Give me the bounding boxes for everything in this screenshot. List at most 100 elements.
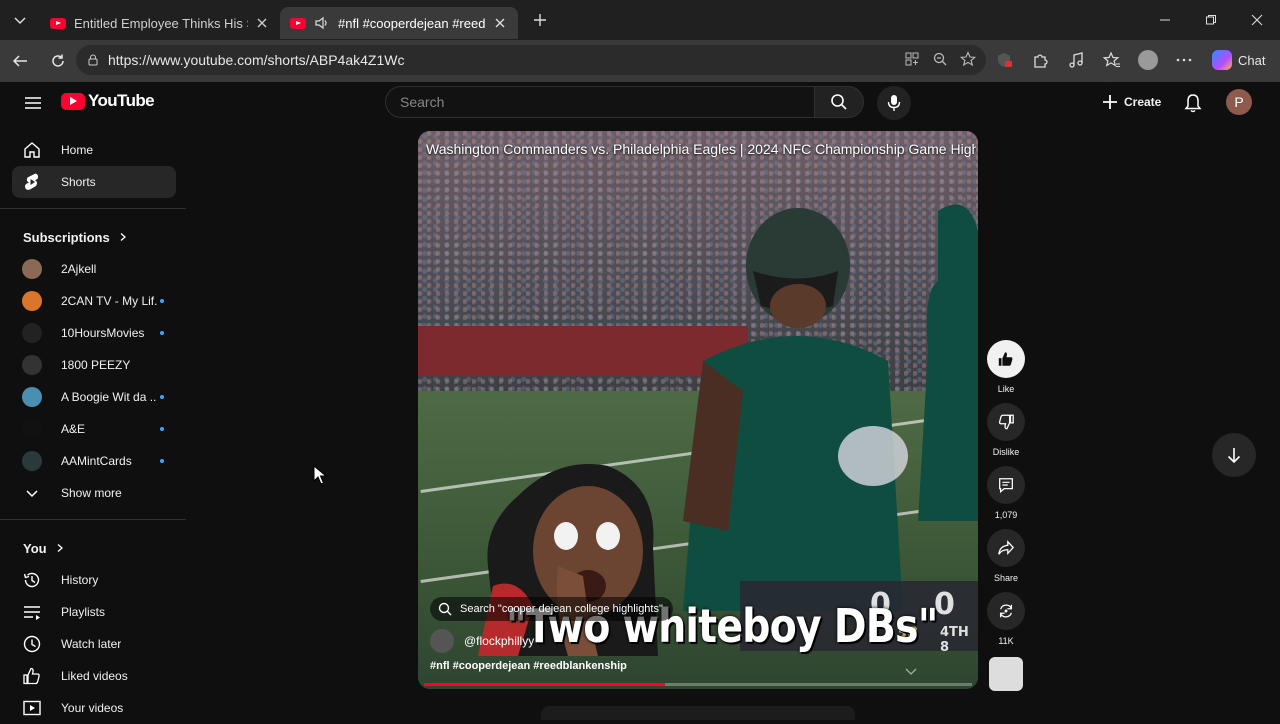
new-tab-button[interactable] [522,2,558,38]
sidebar-item-your-videos[interactable]: Your videos [12,692,176,724]
back-button[interactable] [2,43,38,79]
site-info-icon[interactable] [86,53,100,67]
reload-button[interactable] [40,43,76,79]
voice-search-button[interactable] [877,86,911,120]
search-input[interactable] [400,94,814,110]
sidebar-item-subscription[interactable]: 1800 PEEZY [12,349,176,381]
short-hashtags[interactable]: #nfl #cooperdejean #reedblankenship [430,660,627,672]
sidebar-item-label: A Boogie Wit da ... [61,390,157,404]
search-box[interactable] [385,86,815,118]
new-content-dot [160,331,164,335]
thumbs-up-icon [998,352,1013,366]
channel-avatar [22,291,42,311]
share-button[interactable]: Share [985,529,1027,583]
like-button[interactable]: Like [985,340,1027,394]
sidebar-item-subscription[interactable]: 10HoursMovies [12,317,176,349]
youtube-logo[interactable]: YouTube [61,91,155,111]
browser-toolbar: https://www.youtube.com/shorts/ABP4ak4Z1… [0,40,1280,82]
like-label: Like [997,384,1015,394]
account-avatar-button[interactable]: P [1226,89,1252,115]
subscriptions-header[interactable]: Subscriptions [0,221,186,253]
dislike-circle[interactable] [987,403,1025,441]
search-button[interactable] [814,86,864,118]
comments-circle[interactable] [987,466,1025,504]
notifications-bell-icon[interactable] [1182,92,1204,114]
remix-circle[interactable] [987,592,1025,630]
guide-menu-button[interactable] [20,92,46,114]
close-tab-icon[interactable] [492,15,508,31]
restore-button[interactable] [1188,0,1234,40]
sidebar-item-subscription[interactable]: 2CAN TV - My Lif... [12,285,176,317]
zoom-icon[interactable] [932,51,948,67]
show-more-button[interactable]: Show more [12,477,176,509]
browser-tab-1[interactable]: Entitled Employee Thinks His Shop [40,7,280,39]
copilot-chat-button[interactable]: Chat [1206,50,1271,70]
sidebar-item-subscription[interactable]: A&E [12,413,176,445]
more-menu-button[interactable] [1170,45,1198,75]
sound-thumbnail[interactable] [989,657,1023,691]
sidebar-item-label: Playlists [61,605,106,619]
shorts-action-rail: Like Dislike 1,079 Share 11K [985,340,1027,700]
sidebar-item-watch-later[interactable]: Watch later [12,628,176,660]
profile-button[interactable] [1134,45,1162,75]
guide-sidebar: Home Shorts Subscriptions 2Ajkell 2CAN TV… [0,134,186,724]
related-search-text: Search "cooper dejean college highlights… [460,603,663,615]
like-circle[interactable] [987,340,1025,378]
close-window-button[interactable] [1234,0,1280,40]
url-text[interactable]: https://www.youtube.com/shorts/ABP4ak4Z1… [108,52,404,68]
next-short-button[interactable] [1212,433,1256,477]
sidebar-item-label: Shorts [61,175,96,189]
sidebar-item-liked-videos[interactable]: Liked videos [12,660,176,692]
puzzle-icon [1034,54,1048,68]
sidebar-item-subscription[interactable]: A Boogie Wit da ... [12,381,176,413]
sidebar-item-shorts[interactable]: Shorts [12,166,176,198]
sidebar-item-subscription[interactable]: 2Ajkell [12,253,176,285]
you-header[interactable]: You [0,532,186,564]
sidebar-item-playlists[interactable]: Playlists [12,596,176,628]
channel-avatar-icon [22,355,42,375]
sidebar-item-history[interactable]: History [12,564,176,596]
remix-button[interactable]: 11K [985,592,1027,646]
sound-thumbnail-button[interactable] [985,655,1027,691]
chevron-down-icon[interactable] [904,664,918,678]
you-heading: You [23,540,47,556]
youtube-favicon-icon [290,17,306,29]
related-search-chip[interactable]: Search "cooper dejean college highlights… [430,597,673,621]
minimize-button[interactable] [1142,0,1188,40]
media-control-button[interactable] [1062,45,1090,75]
copilot-label: Chat [1238,52,1266,68]
playlists-icon [22,602,42,622]
address-bar[interactable]: https://www.youtube.com/shorts/ABP4ak4Z1… [76,45,986,75]
channel-handle[interactable]: @flockphillyy [464,634,534,648]
sidebar-item-home[interactable]: Home [12,134,176,166]
new-content-dot [160,299,164,303]
close-icon [1251,14,1263,26]
create-button[interactable]: Create [1094,87,1174,117]
speaker-icon[interactable] [314,15,330,31]
browser-tab-2-active[interactable]: #nfl #cooperdejean #reedblan [280,7,518,39]
tab-actions-menu-button[interactable] [0,0,40,40]
video-progress-bar[interactable] [424,683,972,686]
new-content-dot [160,459,164,463]
channel-avatar[interactable] [430,629,454,653]
shorts-player[interactable]: 0 0 8 38 4TH 8 Washington Commanders vs.… [418,131,978,689]
close-tab-icon[interactable] [254,15,270,31]
dislike-button[interactable]: Dislike [985,403,1027,457]
sidebar-item-subscription[interactable]: AAMintCards [12,445,176,477]
chevron-down-icon [14,17,26,25]
history-icon [22,570,42,590]
browser-toolbar-actions: Chat [990,45,1271,75]
arrow-down-icon [1227,448,1241,464]
next-short-preview[interactable] [541,706,855,720]
favorites-button[interactable] [1098,45,1126,75]
restore-icon [1206,15,1216,25]
share-circle[interactable] [987,529,1025,567]
reload-icon [52,54,64,67]
channel-info[interactable]: @flockphillyy [430,629,534,653]
favorite-star-icon[interactable] [960,51,976,67]
comments-button[interactable]: 1,079 [985,466,1027,520]
your-videos-icon [22,698,42,718]
extension-button[interactable] [990,45,1018,75]
extensions-button[interactable] [1026,45,1054,75]
app-available-icon[interactable] [904,51,920,67]
